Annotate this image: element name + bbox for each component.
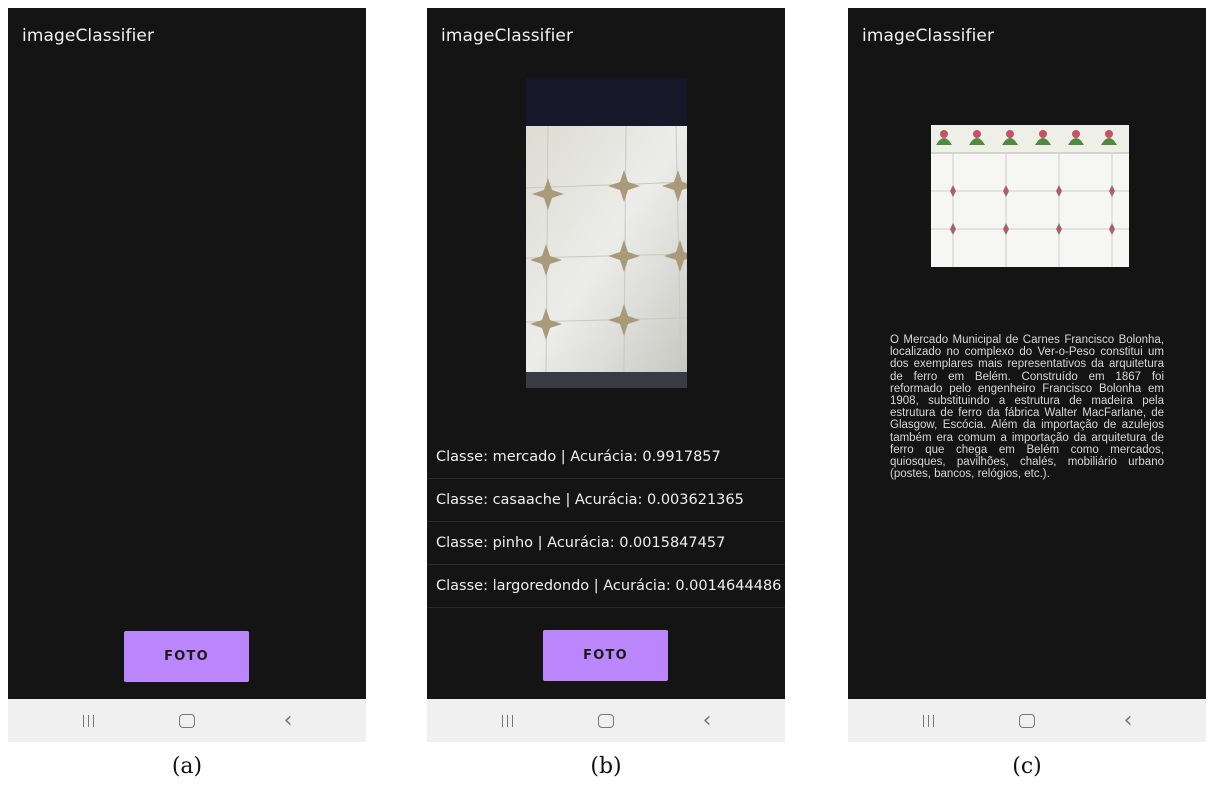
- captured-photo: [526, 78, 687, 388]
- foto-button[interactable]: FOTO: [543, 630, 668, 681]
- recents-icon[interactable]: [898, 699, 958, 742]
- results-list: Classe: mercado | Acurácia: 0.9917857 Cl…: [427, 436, 785, 608]
- app-title: imageClassifier: [22, 26, 155, 46]
- home-icon[interactable]: [997, 699, 1057, 742]
- app-title: imageClassifier: [441, 26, 574, 46]
- phone-screen-a: imageClassifier FOTO ‹: [8, 8, 366, 742]
- caption-a: (a): [171, 754, 203, 779]
- home-icon[interactable]: [576, 699, 636, 742]
- caption-c: (c): [1012, 754, 1042, 779]
- caption-b: (b): [590, 754, 622, 779]
- back-icon[interactable]: ‹: [258, 699, 318, 742]
- phone-screen-b: imageClassifier Classe: mercado | Acurác…: [427, 8, 785, 742]
- back-icon[interactable]: ‹: [677, 699, 737, 742]
- recents-icon[interactable]: [58, 699, 118, 742]
- reference-photo: [931, 125, 1129, 267]
- navigation-bar: ‹: [8, 699, 366, 742]
- navigation-bar: ‹: [427, 699, 785, 742]
- place-description: O Mercado Municipal de Carnes Francisco …: [890, 334, 1164, 481]
- navigation-bar: ‹: [848, 699, 1206, 742]
- foto-button[interactable]: FOTO: [124, 631, 249, 682]
- recents-icon[interactable]: [477, 699, 537, 742]
- result-row-1: Classe: mercado | Acurácia: 0.9917857: [427, 436, 785, 479]
- phone-screen-c: imageClassifier O Mercado Municipal de C…: [848, 8, 1206, 742]
- result-row-4: Classe: largoredondo | Acurácia: 0.00146…: [427, 565, 785, 608]
- back-icon[interactable]: ‹: [1098, 699, 1158, 742]
- result-row-3: Classe: pinho | Acurácia: 0.0015847457: [427, 522, 785, 565]
- app-title: imageClassifier: [862, 26, 995, 46]
- result-row-2: Classe: casaache | Acurácia: 0.003621365: [427, 479, 785, 522]
- home-icon[interactable]: [157, 699, 217, 742]
